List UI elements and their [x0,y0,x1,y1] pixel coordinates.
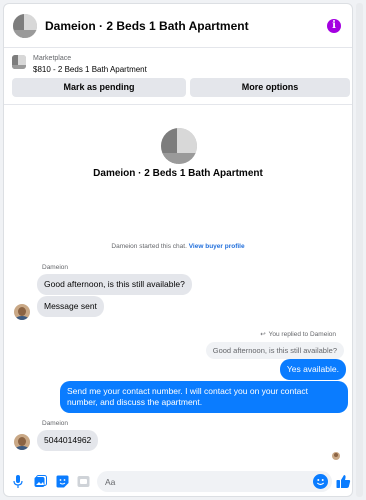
chat-title[interactable]: Dameion · 2 Beds 1 Bath Apartment [45,19,327,33]
conversation-title: Dameion · 2 Beds 1 Bath Apartment [93,168,263,179]
outgoing-message[interactable]: Yes available. [279,359,346,380]
incoming-message[interactable]: Message sent [37,296,104,317]
message-input-box[interactable] [97,471,332,492]
sender-name: Dameion [42,420,69,427]
photo-icon[interactable] [33,474,47,488]
thumbs-up-icon[interactable] [335,473,351,489]
reply-arrow-icon: ↩ [260,331,266,338]
message-input[interactable] [97,471,297,492]
chat-window: Dameion · 2 Beds 1 Bath Apartment i Mark… [3,3,353,497]
gif-icon[interactable] [76,474,90,488]
emoji-icon[interactable] [313,474,328,489]
reply-note-text: You replied to Dameion [268,330,336,338]
sender-name: Dameion [42,264,69,271]
quoted-message[interactable]: Good afternoon, is this still available? [205,342,344,359]
info-icon[interactable]: i [327,18,341,33]
chat-header: Dameion · 2 Beds 1 Bath Apartment i [4,4,352,48]
microphone-icon[interactable] [11,474,25,488]
buyer-avatar[interactable] [14,434,30,450]
listing-thumbnail[interactable] [12,55,26,69]
listing-title[interactable]: $810 - 2 Beds 1 Bath Apartment [33,65,147,74]
listing-avatar[interactable] [13,13,37,38]
view-buyer-profile-link[interactable]: View buyer profile [189,243,245,250]
chat-started-text: Dameion started this chat. [111,243,187,250]
incoming-message[interactable]: 5044014962 [37,430,99,451]
seen-indicator-avatar [332,452,340,460]
incoming-message[interactable]: Good afternoon, is this still available? [37,274,192,295]
listing-large-avatar [161,128,197,164]
buyer-avatar[interactable] [14,304,30,320]
scrollbar[interactable] [356,3,363,497]
more-options-button[interactable]: More options [190,78,350,97]
marketplace-panel: Marketplace $810 - 2 Beds 1 Bath Apartme… [4,49,352,105]
conversation-area[interactable]: Dameion · 2 Beds 1 Bath Apartment Dameio… [4,106,352,461]
reply-note: ↩ You replied to Dameion [260,330,336,339]
mark-pending-button[interactable]: Mark as pending [12,78,186,97]
chat-started-note: Dameion started this chat. View buyer pr… [4,243,352,250]
marketplace-label: Marketplace [33,55,72,62]
sticker-icon[interactable] [55,474,69,488]
composer-bar [4,464,352,496]
outgoing-message[interactable]: Send me your contact number. I will cont… [60,381,348,413]
